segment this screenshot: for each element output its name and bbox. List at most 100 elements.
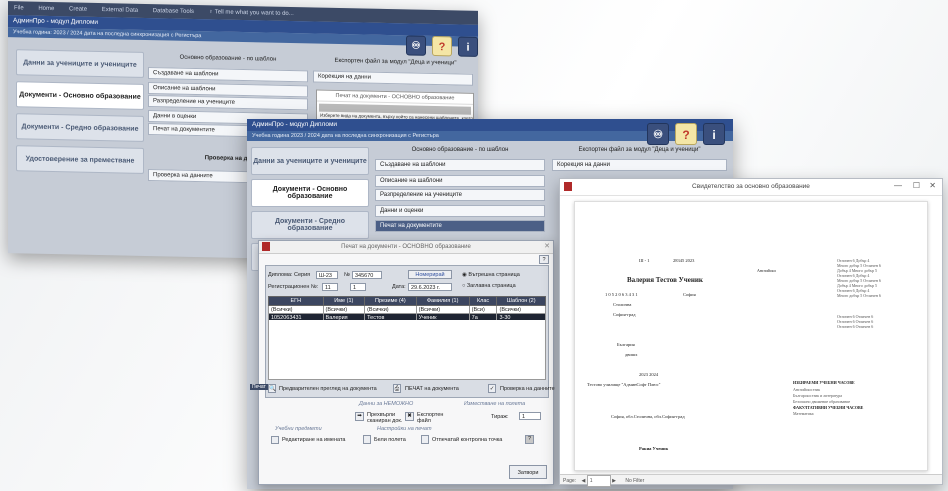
- btn-describe-templates[interactable]: Описание на шаблони: [375, 175, 545, 187]
- menu-home[interactable]: Home: [38, 6, 54, 12]
- filter-cell[interactable]: (Всички): [322, 305, 366, 314]
- btn-check-data[interactable]: Проверка на данните: [148, 169, 248, 184]
- close-icon[interactable]: ✕: [544, 242, 550, 250]
- col-middle-name[interactable]: Презиме (4): [364, 296, 417, 306]
- close-icon[interactable]: ✕: [929, 181, 936, 190]
- doc-optional-title: ФАКУЛТАТИВНИ УЧЕБНИ ЧАСОВЕ: [793, 405, 864, 410]
- radio-title-label: Заглавна страница: [466, 283, 516, 289]
- white-margins-button[interactable]: Бели полета: [374, 437, 406, 443]
- nav-students-data[interactable]: Данни за учениците и учениците: [251, 147, 369, 175]
- btn-create-templates[interactable]: Създаване на шаблони: [375, 159, 545, 171]
- date-field[interactable]: 29.6.2023 г.: [408, 283, 452, 291]
- filter-cell[interactable]: (Всички): [496, 305, 546, 314]
- nav-students-data[interactable]: Данни за учениците и учениците: [16, 49, 144, 78]
- col-template[interactable]: Шаблон (2): [496, 296, 546, 306]
- menu-external-data[interactable]: External Data: [102, 7, 138, 14]
- filter-cell[interactable]: (Всички): [268, 305, 324, 314]
- col-first-name[interactable]: Име (1): [322, 296, 366, 306]
- print-popup-title: Печат на документи - ОСНОВНО образование: [317, 90, 473, 105]
- reg-number-field-2[interactable]: 1: [350, 283, 366, 291]
- document-page: Ш - 1 28345 2023 Валерия Тестов Ученик 1…: [574, 201, 928, 471]
- printer-icon[interactable]: ⎙: [393, 384, 401, 393]
- checkpoint-checkbox[interactable]: [421, 435, 429, 444]
- number-field[interactable]: 345670: [352, 271, 382, 279]
- menu-create[interactable]: Create: [69, 6, 87, 12]
- minimize-icon[interactable]: —: [894, 181, 902, 190]
- btn-grades-data[interactable]: Данни и оценки: [375, 205, 545, 217]
- page-number-field[interactable]: 1: [586, 475, 611, 487]
- radio-title-page[interactable]: ○ Заглавна страница: [462, 283, 516, 289]
- print-dialog: Печат на документи - ОСНОВНО образование…: [258, 240, 555, 485]
- group-subjects-title: Учебни предмети: [275, 426, 322, 432]
- dialog-help-icon[interactable]: ?: [539, 255, 549, 264]
- transfer-icon[interactable]: ➡: [355, 412, 364, 421]
- preview-title: Свидетелство за основно образование: [560, 179, 942, 196]
- menu-tell-me[interactable]: ♀ Tell me what you want to do...: [209, 9, 294, 17]
- check-data-heading: Проверка на данн: [204, 155, 258, 163]
- btn-print-documents[interactable]: Печат на документите: [375, 220, 545, 232]
- copies-field[interactable]: 1: [519, 412, 541, 420]
- info-icon[interactable]: i: [458, 36, 478, 57]
- col-class[interactable]: Клас: [468, 296, 498, 306]
- grid-empty-area: [268, 320, 546, 380]
- check-icon[interactable]: ✓: [488, 384, 496, 393]
- transfer-scanned-button[interactable]: Прехвърли сканиран док.: [367, 412, 403, 424]
- grade-row: Отличен 6 Отличен 6: [837, 324, 874, 329]
- settings-help-icon[interactable]: ?: [525, 435, 534, 444]
- col-last-name[interactable]: Фамилия (1): [415, 296, 470, 306]
- section-template-heading: Основно образование - по шаблон: [411, 147, 509, 153]
- preview-icon[interactable]: 🔍: [268, 384, 276, 393]
- filter-cell[interactable]: (Всички): [415, 305, 470, 314]
- menu-database-tools[interactable]: Database Tools: [153, 8, 194, 15]
- check-data-button[interactable]: Проверка на данните: [500, 386, 555, 392]
- help-icon[interactable]: ?: [432, 35, 452, 57]
- close-button[interactable]: Затвори: [509, 465, 547, 479]
- edit-icon[interactable]: [271, 436, 279, 444]
- col-egn[interactable]: ЕГН: [268, 296, 324, 306]
- section-export-heading: Експортен файл за модул "Деца и ученици": [334, 57, 457, 67]
- doc-country: България: [617, 342, 635, 347]
- filter-cell[interactable]: (Вси): [468, 305, 498, 314]
- numbering-button[interactable]: Номерирай: [408, 270, 452, 279]
- reg-number-field-1[interactable]: 11: [322, 283, 338, 291]
- btn-correct-data[interactable]: Корекция на данни: [313, 70, 473, 86]
- doc-school: Тестово училище "АдминСофт Плюс": [587, 382, 661, 387]
- filter-cell[interactable]: (Всички): [364, 305, 417, 314]
- btn-distribute-students[interactable]: Разпределение на учениците: [148, 95, 308, 111]
- nav-secondary-education-docs[interactable]: Документи - Средно образование: [251, 211, 369, 239]
- margins-icon[interactable]: [363, 435, 371, 444]
- preview-window: Свидетелство за основно образование — ☐ …: [559, 178, 943, 487]
- btn-distribute-students[interactable]: Разпределение на учениците: [375, 189, 545, 201]
- app-logo-icon: [564, 182, 572, 191]
- prev-page-icon[interactable]: ◀: [581, 478, 585, 484]
- nav-transfer-certificate[interactable]: Удостоверение за преместване: [16, 145, 144, 174]
- export-icon[interactable]: ✖: [405, 412, 414, 421]
- print-checkpoint-label: Отпечатай контролна точка: [432, 437, 503, 443]
- bell-icon[interactable]: ♾: [406, 35, 426, 56]
- diploma-series-label: Диплома: Серия: [268, 272, 311, 278]
- bell-icon[interactable]: ♾: [647, 123, 669, 145]
- number-label: №: [344, 272, 350, 278]
- series-field[interactable]: Ш-23: [316, 271, 338, 279]
- next-page-icon[interactable]: ▶: [612, 478, 616, 484]
- btn-create-templates[interactable]: Създаване на шаблони: [148, 67, 308, 83]
- doc-address: София, обл.Столична, обл.София-град: [611, 414, 685, 419]
- maximize-icon[interactable]: ☐: [913, 181, 920, 190]
- filter-status[interactable]: No Filter: [625, 478, 644, 484]
- nav-secondary-education-docs[interactable]: Документи - Средно образование: [16, 113, 144, 142]
- edit-names-button[interactable]: Редактиране на имената: [282, 437, 345, 443]
- nav-basic-education-docs[interactable]: Документи - Основно образование: [16, 81, 144, 110]
- doc-student-name: Валерия Тестов Ученик: [627, 276, 703, 284]
- info-icon[interactable]: i: [703, 123, 725, 145]
- print-button[interactable]: ПЕЧАТ на документа: [405, 386, 459, 392]
- export-file-button[interactable]: Експортен файл: [417, 412, 447, 424]
- doc-region: София-град: [613, 312, 636, 317]
- radio-inner-page[interactable]: ◉ Вътрешна страница: [462, 272, 520, 278]
- btn-correct-data[interactable]: Корекция на данни: [552, 159, 727, 171]
- doc-subject-2: Български език и литература: [793, 393, 843, 398]
- section-template-heading: Основно образование - по шаблон: [179, 54, 277, 63]
- nav-basic-education-docs[interactable]: Документи - Основно образование: [251, 179, 369, 207]
- menu-file[interactable]: File: [14, 5, 24, 11]
- help-icon[interactable]: ?: [675, 123, 697, 145]
- preview-button[interactable]: Предварителен преглед на документа: [279, 386, 377, 392]
